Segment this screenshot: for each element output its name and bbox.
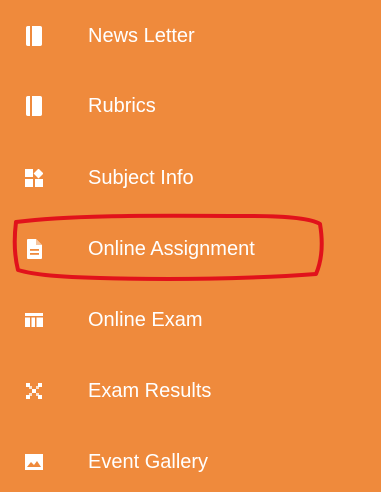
sidebar-item-label: Rubrics bbox=[88, 95, 156, 117]
sidebar-item-event-gallery[interactable]: Event Gallery bbox=[0, 432, 381, 492]
sidebar-menu: News Letter Rubrics Subject Info Online … bbox=[0, 0, 381, 489]
sidebar-item-news-letter[interactable]: News Letter bbox=[0, 6, 381, 66]
sidebar-item-label: Exam Results bbox=[88, 380, 212, 402]
document-icon bbox=[24, 239, 44, 259]
sidebar-item-online-assignment[interactable]: Online Assignment bbox=[0, 219, 381, 279]
sidebar-item-label: Online Assignment bbox=[88, 238, 255, 260]
sidebar-item-online-exam[interactable]: Online Exam bbox=[0, 290, 381, 350]
image-icon bbox=[24, 452, 44, 472]
sidebar-item-label: Subject Info bbox=[88, 167, 194, 189]
puzzle-icon bbox=[24, 168, 44, 188]
sidebar-item-rubrics[interactable]: Rubrics bbox=[0, 76, 381, 136]
sidebar-item-label: News Letter bbox=[88, 25, 195, 47]
sidebar-item-label: Event Gallery bbox=[88, 451, 209, 473]
sidebar-item-subject-info[interactable]: Subject Info bbox=[0, 148, 381, 208]
book-icon bbox=[24, 26, 44, 46]
sidebar-item-label: Online Exam bbox=[88, 309, 203, 331]
pattern-icon bbox=[24, 381, 44, 401]
board-icon bbox=[24, 310, 44, 330]
book-icon bbox=[24, 96, 44, 116]
sidebar-item-exam-results[interactable]: Exam Results bbox=[0, 361, 381, 421]
